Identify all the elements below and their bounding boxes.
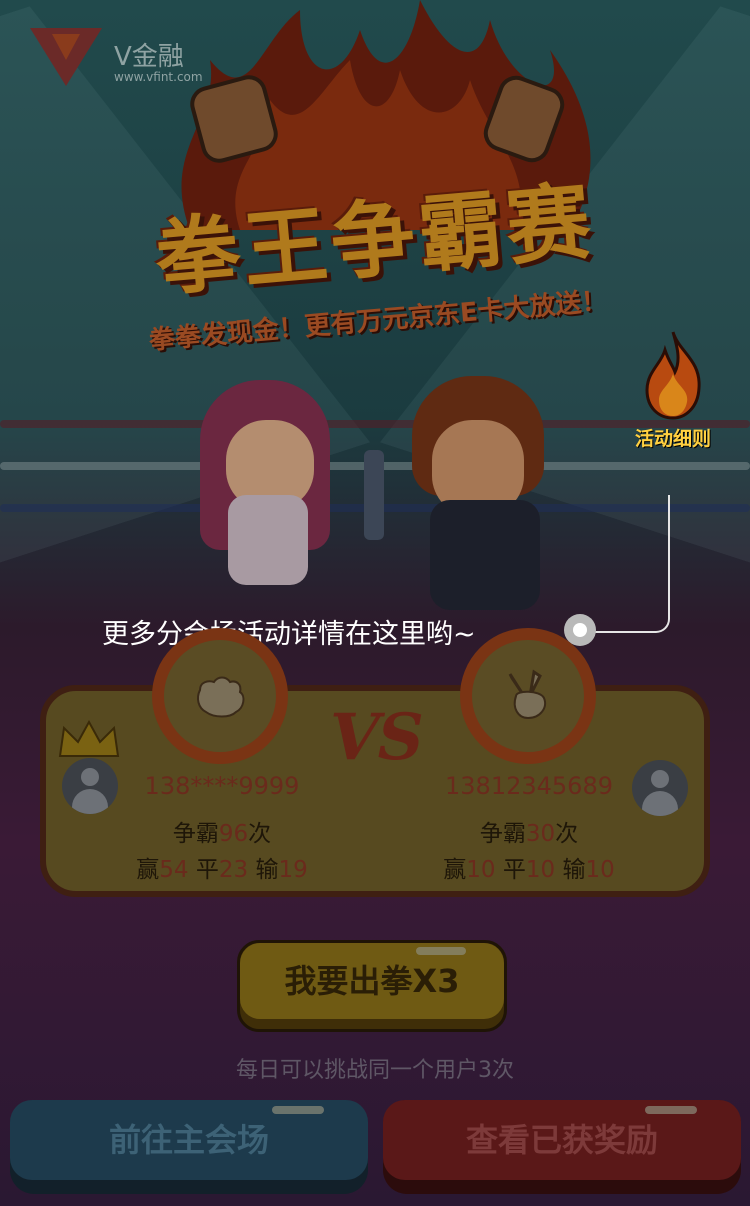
ring-post [364, 450, 384, 540]
guide-tooltip: 更多分会场活动详情在这里哟~ [102, 619, 476, 650]
player2-name: 13812345689 [445, 772, 613, 800]
guide-connector [580, 495, 670, 633]
vs-label: VS [330, 700, 424, 775]
punch-button-label: 我要出拳X3 [284, 962, 460, 1000]
player1-battles: 争霸96次 [92, 814, 352, 848]
player1-record: 赢54 平23 输19 [92, 850, 352, 884]
win-count: 54 [159, 857, 189, 883]
win-label: 赢 [136, 857, 160, 883]
battles-prefix: 争霸 [479, 821, 526, 847]
lose-label: 输 [255, 857, 279, 883]
rock-icon [197, 676, 245, 718]
battles-count: 30 [525, 821, 556, 847]
battles-suffix: 次 [555, 821, 579, 847]
draw-label: 平 [195, 857, 219, 883]
player2-hand-ring [460, 628, 596, 764]
draw-count: 10 [525, 857, 556, 883]
game-stage: V金融 www.vfint.com 拳王争霸赛 拳拳发现金！更有万元京东E卡大放… [0, 0, 750, 1206]
battles-count: 96 [218, 821, 249, 847]
battles-prefix: 争霸 [172, 821, 219, 847]
punch-button[interactable]: 我要出拳X3 [237, 940, 507, 1032]
brand-mark-icon [30, 28, 102, 86]
lose-count: 10 [585, 857, 615, 883]
lose-label: 输 [562, 857, 586, 883]
lose-count: 19 [278, 857, 308, 883]
crown-icon [58, 720, 120, 757]
flame-icon [645, 331, 701, 420]
rewards-button[interactable]: 查看已获奖励 [383, 1100, 741, 1194]
main-venue-button[interactable]: 前往主会场 [10, 1100, 368, 1194]
main-venue-label: 前往主会场 [108, 1121, 269, 1159]
draw-count: 23 [218, 857, 249, 883]
player1-name: 138****9999 [144, 772, 300, 800]
player2-record: 赢10 平10 输10 [399, 850, 659, 884]
rules-button[interactable]: 活动细则 [618, 330, 728, 451]
girl-body [228, 495, 308, 585]
scissors-icon [508, 669, 546, 720]
daily-limit-text: 每日可以挑战同一个用户3次 [236, 1058, 514, 1083]
draw-label: 平 [502, 857, 526, 883]
rules-label: 活动细则 [634, 428, 711, 450]
battles-suffix: 次 [248, 821, 272, 847]
boy-body [430, 500, 540, 610]
player1-hand-ring [152, 628, 288, 764]
rewards-label: 查看已获奖励 [465, 1121, 658, 1159]
win-label: 赢 [443, 857, 467, 883]
player2-battles: 争霸30次 [399, 814, 659, 848]
win-count: 10 [466, 857, 496, 883]
